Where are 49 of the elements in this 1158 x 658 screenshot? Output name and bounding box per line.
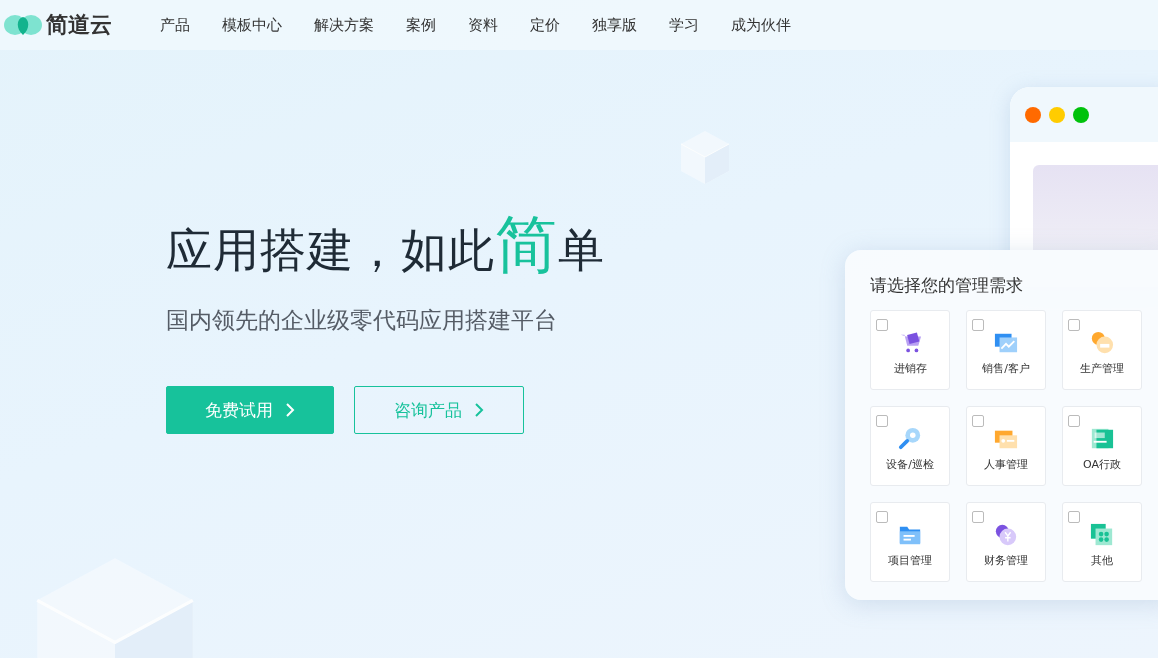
hero-subtitle: 国内领先的企业级零代码应用搭建平台	[166, 306, 557, 335]
option-card[interactable]: 项目管理	[870, 502, 950, 582]
checkbox[interactable]	[876, 415, 888, 427]
option-card[interactable]: 财务管理	[966, 502, 1046, 582]
nav-link[interactable]: 定价	[530, 15, 560, 35]
checkbox[interactable]	[1068, 415, 1080, 427]
option-label: 设备/巡检	[886, 457, 934, 472]
chevron-right-icon	[285, 402, 295, 418]
logo-text: 简道云	[46, 11, 112, 39]
hero-headline: 应用搭建，如此简单	[166, 210, 605, 283]
option-label: 生产管理	[1080, 361, 1124, 376]
option-label: OA行政	[1083, 457, 1121, 472]
checkbox[interactable]	[876, 511, 888, 523]
option-label: 销售/客户	[982, 361, 1030, 376]
nav-link[interactable]: 产品	[160, 15, 190, 35]
nav-link[interactable]: 学习	[669, 15, 699, 35]
option-label: 人事管理	[984, 457, 1028, 472]
nav-link[interactable]: 解决方案	[314, 15, 374, 35]
magnifier-icon	[898, 427, 922, 451]
nav-link[interactable]: 资料	[468, 15, 498, 35]
option-card[interactable]: 其他	[1062, 502, 1142, 582]
grid-icon	[1090, 523, 1114, 547]
option-label: 财务管理	[984, 553, 1028, 568]
coin-icon	[994, 523, 1018, 547]
option-card[interactable]: 人事管理	[966, 406, 1046, 486]
option-card[interactable]: 进销存	[870, 310, 950, 390]
checkbox[interactable]	[972, 319, 984, 331]
checkbox[interactable]	[876, 319, 888, 331]
cube-drawing	[680, 130, 730, 185]
checkbox[interactable]	[1068, 511, 1080, 523]
chevron-right-icon	[474, 402, 484, 418]
nav-link[interactable]: 模板中心	[222, 15, 282, 35]
nav-link[interactable]: 案例	[406, 15, 436, 35]
checkbox[interactable]	[972, 511, 984, 523]
chart-icon	[994, 331, 1018, 355]
window-controls-icon	[1025, 106, 1089, 123]
option-card[interactable]: 设备/巡检	[870, 406, 950, 486]
checkbox[interactable]	[972, 415, 984, 427]
option-card[interactable]: 生产管理	[1062, 310, 1142, 390]
option-label: 进销存	[893, 361, 927, 376]
option-label: 项目管理	[888, 553, 932, 568]
picker-title: 请选择您的管理需求	[870, 274, 1024, 297]
nav-link[interactable]: 独享版	[592, 15, 637, 35]
checkbox[interactable]	[1068, 319, 1080, 331]
document-icon	[1090, 427, 1114, 451]
option-card[interactable]: 销售/客户	[966, 310, 1046, 390]
nav-link[interactable]: 成为伙伴	[731, 15, 791, 35]
option-card[interactable]: OA行政	[1062, 406, 1142, 486]
option-label: 其他	[1091, 553, 1113, 568]
